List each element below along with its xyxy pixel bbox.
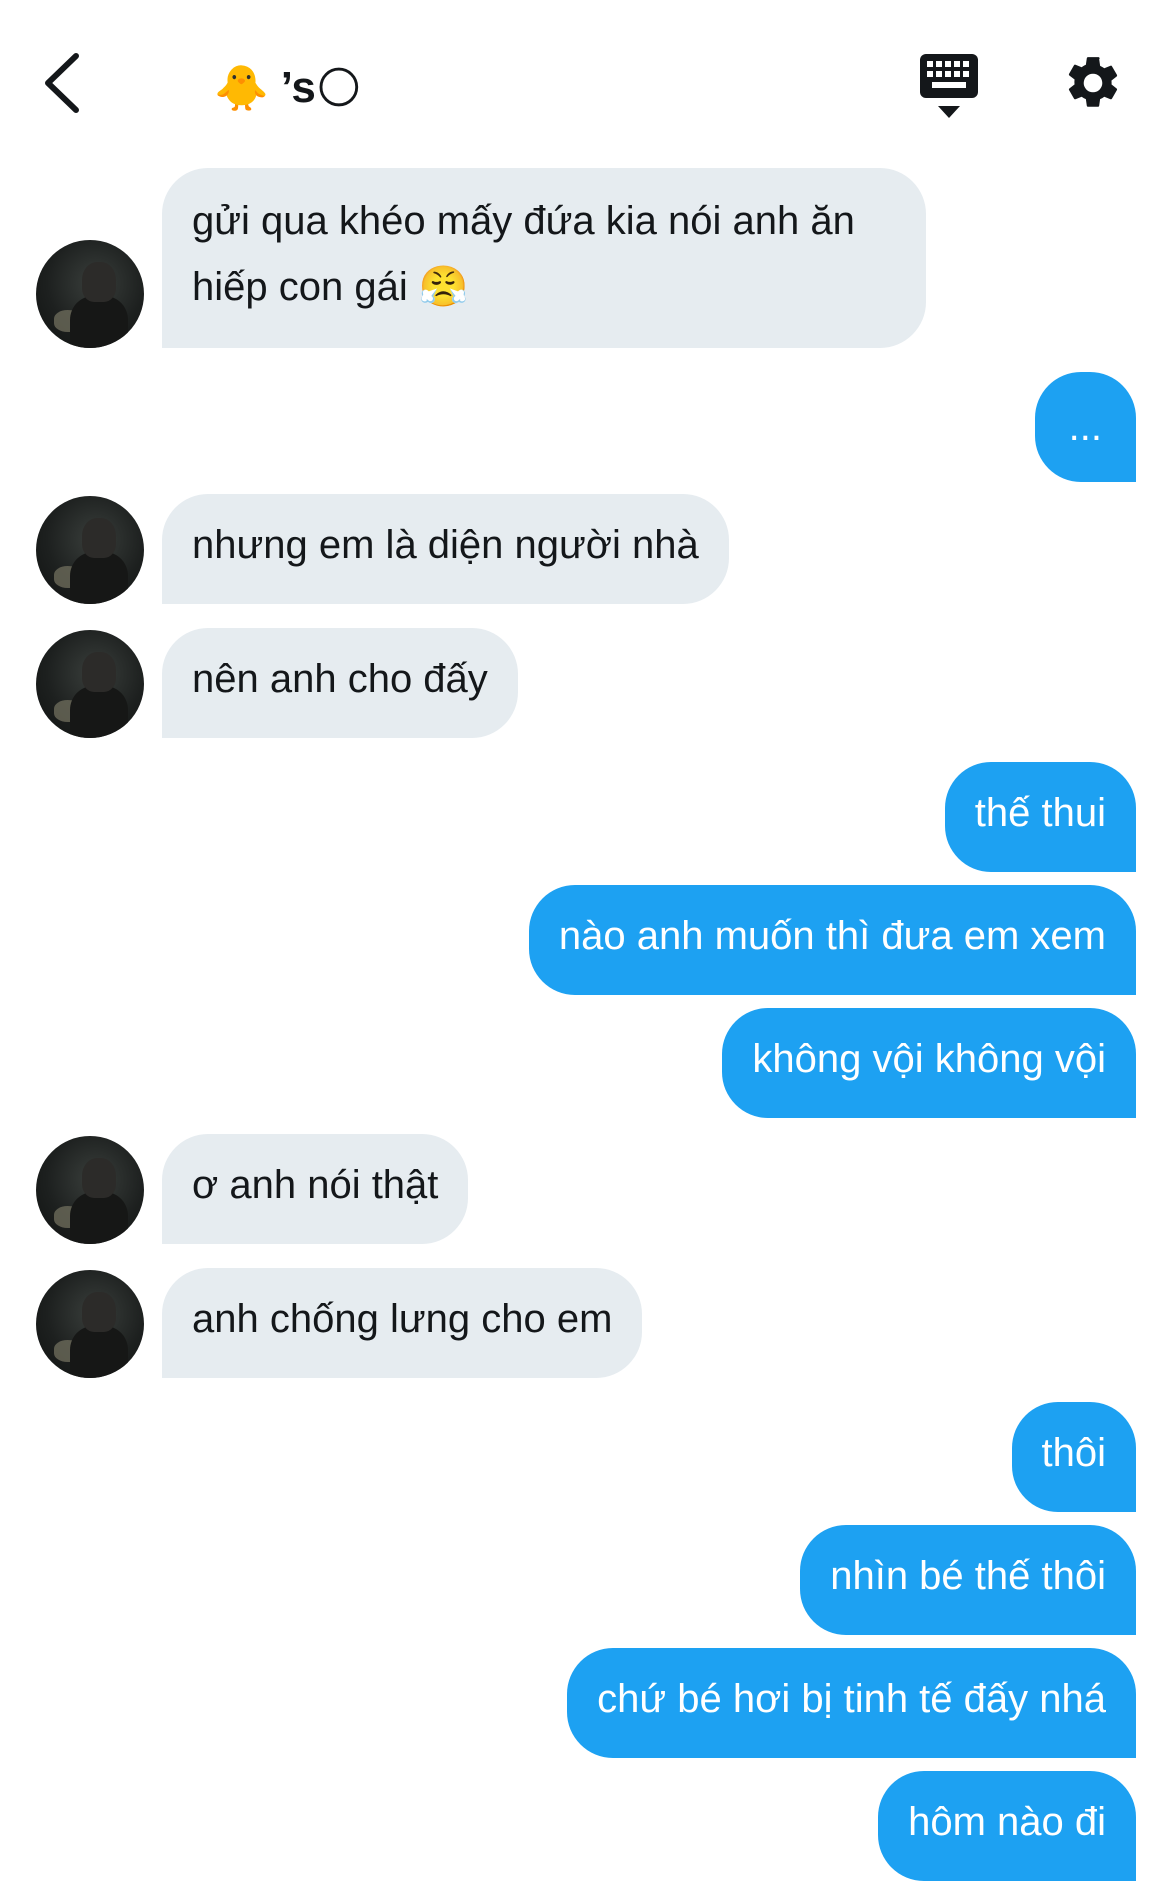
- keyboard-button[interactable]: [918, 52, 980, 120]
- keyboard-icon: [920, 54, 978, 118]
- message-bubble-outgoing[interactable]: ...: [1034, 372, 1136, 482]
- conversation-header: 🐥 ’s 🌕: [0, 0, 1170, 160]
- message-bubble-incoming[interactable]: nên anh cho đấy: [162, 628, 518, 738]
- back-button[interactable]: [40, 48, 100, 118]
- avatar[interactable]: [36, 1136, 144, 1244]
- chick-emoji: 🐥: [214, 63, 269, 114]
- message-bubble-incoming[interactable]: nhưng em là diện người nhà: [162, 494, 729, 604]
- back-arrow-icon: [45, 53, 79, 113]
- avatar[interactable]: [36, 630, 144, 738]
- moon-emoji: 🌕: [315, 62, 362, 114]
- avatar[interactable]: [36, 496, 144, 604]
- message-bubble-outgoing[interactable]: nào anh muốn thì đưa em xem: [528, 885, 1136, 995]
- message-bubble-incoming[interactable]: ơ anh nói thật: [162, 1134, 469, 1244]
- conversation-title[interactable]: 🐥 ’s 🌕: [214, 58, 362, 118]
- settings-button[interactable]: [1062, 52, 1124, 114]
- message-bubble-incoming[interactable]: gửi qua khéo mấy đứa kia nói anh ăn hiếp…: [162, 168, 926, 348]
- gear-icon: [1068, 57, 1118, 107]
- avatar[interactable]: [36, 240, 144, 348]
- message-bubble-incoming[interactable]: anh chống lưng cho em: [162, 1268, 643, 1378]
- message-bubble-outgoing[interactable]: nhìn bé thế thôi: [800, 1525, 1136, 1635]
- message-bubble-outgoing[interactable]: hôm nào đi: [878, 1771, 1136, 1881]
- title-text: ’s: [280, 63, 316, 112]
- message-bubble-outgoing[interactable]: không vội không vội: [722, 1008, 1136, 1118]
- message-bubble-outgoing[interactable]: thế thui: [944, 762, 1136, 872]
- message-bubble-outgoing[interactable]: chứ bé hơi bị tinh tế đấy nhá: [567, 1648, 1136, 1758]
- avatar[interactable]: [36, 1270, 144, 1378]
- message-bubble-outgoing[interactable]: thôi: [1011, 1402, 1136, 1512]
